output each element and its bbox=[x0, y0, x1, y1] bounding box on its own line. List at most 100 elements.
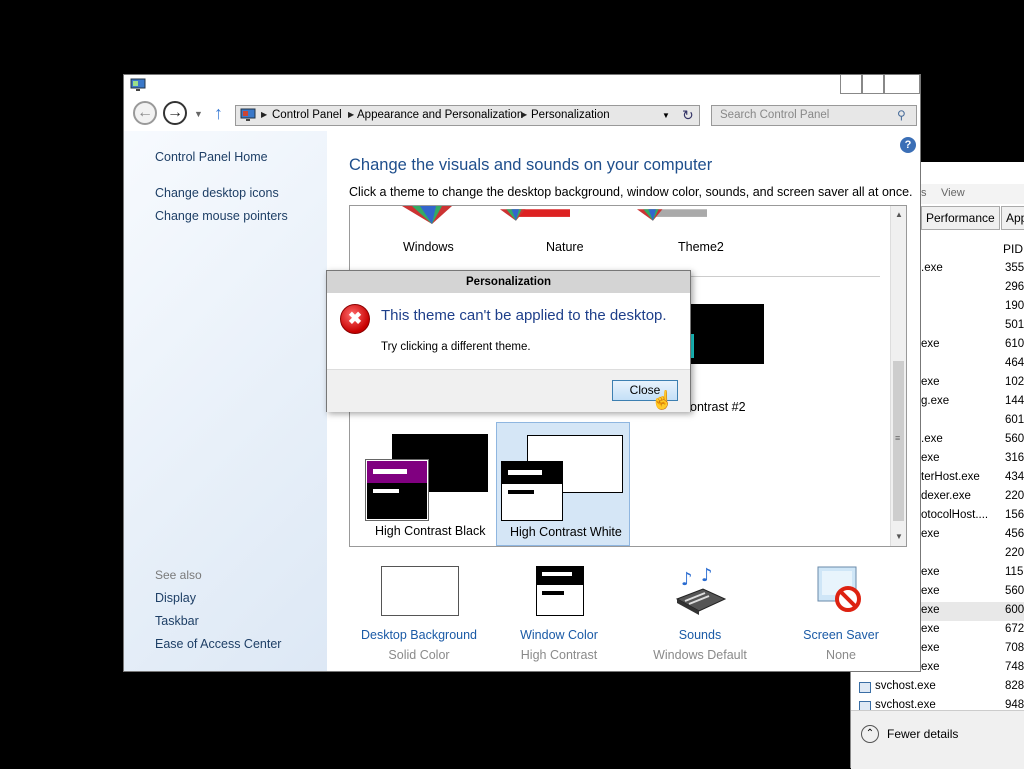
recent-pages-chevron-icon[interactable]: ▼ bbox=[194, 109, 203, 119]
process-name: .exe bbox=[921, 262, 943, 274]
maximize-button[interactable] bbox=[862, 75, 884, 94]
process-pid: 672 bbox=[1005, 623, 1024, 635]
address-dropdown-icon[interactable]: ▼ bbox=[662, 111, 670, 120]
change-mouse-pointers-link[interactable]: Change mouse pointers bbox=[155, 209, 288, 223]
address-bar[interactable]: ▶ Control Panel ▶ Appearance and Persona… bbox=[235, 105, 700, 126]
taskbar-link[interactable]: Taskbar bbox=[155, 614, 199, 628]
svg-text:♪: ♪ bbox=[701, 565, 713, 586]
breadcrumb-chevron-icon[interactable]: ▶ bbox=[261, 110, 267, 119]
hc-black-preview-front bbox=[365, 459, 429, 521]
hc-white-preview-front bbox=[501, 461, 563, 521]
theme-name-windows[interactable]: Windows bbox=[403, 240, 454, 254]
process-name: exe bbox=[921, 623, 940, 635]
process-pid: 3160 bbox=[1005, 452, 1024, 464]
title-bar bbox=[124, 75, 920, 97]
scrollbar-thumb[interactable]: ≡ bbox=[893, 361, 904, 521]
table-row[interactable]: svchost.exe 828 bbox=[851, 678, 1024, 697]
ease-of-access-link[interactable]: Ease of Access Center bbox=[155, 637, 281, 651]
breadcrumb-appearance[interactable]: Appearance and Personalization bbox=[357, 109, 523, 121]
tab-performance[interactable]: Performance bbox=[921, 206, 1000, 230]
breadcrumb-control-panel[interactable]: Control Panel bbox=[272, 109, 342, 121]
process-pid: 560 bbox=[1005, 585, 1024, 597]
process-pid: 748 bbox=[1005, 661, 1024, 673]
theme-gallery-scrollbar[interactable]: ▲ ≡ ▼ bbox=[890, 206, 906, 546]
search-box[interactable]: Search Control Panel ⚲ bbox=[711, 105, 917, 126]
control-panel-icon bbox=[240, 108, 256, 121]
screen-saver-icon bbox=[817, 566, 861, 612]
theme-name-hc2-partial[interactable]: ontrast #2 bbox=[690, 400, 746, 414]
up-arrow-icon[interactable]: ↑ bbox=[214, 103, 223, 124]
screen-saver-item[interactable]: Screen Saver None bbox=[776, 553, 906, 663]
process-pid: 1560 bbox=[1005, 509, 1024, 521]
search-input[interactable]: Search Control Panel bbox=[720, 109, 829, 121]
process-name: exe bbox=[921, 604, 940, 616]
desktop-background-value: Solid Color bbox=[388, 648, 450, 662]
window-color-item[interactable]: Window Color High Contrast bbox=[494, 553, 624, 663]
display-link[interactable]: Display bbox=[155, 591, 196, 605]
process-pid: 708 bbox=[1005, 642, 1024, 654]
process-name: svchost.exe bbox=[875, 699, 936, 710]
nature-theme-thumbnail[interactable] bbox=[500, 206, 570, 224]
fewer-details-label: Fewer details bbox=[887, 727, 959, 741]
high-contrast-2-thumbnail[interactable] bbox=[686, 304, 764, 364]
theme-settings-bar: Desktop Background Solid Color Window Co… bbox=[327, 553, 920, 671]
process-icon bbox=[859, 701, 871, 710]
tm-menu-partial[interactable]: s bbox=[921, 187, 927, 199]
sounds-icon: ♪ ♪ bbox=[675, 565, 727, 615]
forward-arrow-icon[interactable]: → bbox=[163, 101, 187, 125]
process-name: exe bbox=[921, 338, 940, 350]
breadcrumb-chevron-icon[interactable]: ▶ bbox=[521, 110, 527, 119]
breadcrumb-chevron-icon[interactable]: ▶ bbox=[348, 110, 354, 119]
theme-name-theme2[interactable]: Theme2 bbox=[678, 240, 724, 254]
control-panel-home-link[interactable]: Control Panel Home bbox=[155, 150, 268, 164]
desktop-background-preview bbox=[381, 566, 459, 616]
process-pid: 5608 bbox=[1005, 433, 1024, 445]
process-name: dexer.exe bbox=[921, 490, 971, 502]
refresh-icon[interactable]: ↻ bbox=[682, 107, 694, 124]
theme-name-nature[interactable]: Nature bbox=[546, 240, 584, 254]
process-pid: 1904 bbox=[1005, 300, 1024, 312]
tab-app-history[interactable]: App bbox=[1001, 206, 1024, 230]
tm-menu-view[interactable]: View bbox=[941, 187, 965, 199]
process-pid: 828 bbox=[1005, 680, 1024, 692]
scroll-down-icon[interactable]: ▼ bbox=[895, 532, 903, 541]
sounds-item[interactable]: ♪ ♪ Sounds Windows Default bbox=[635, 553, 765, 663]
process-pid: 456 bbox=[1005, 528, 1024, 540]
process-pid: 220 bbox=[1005, 547, 1024, 559]
tm-footer: ⌃ Fewer details bbox=[851, 710, 1024, 769]
hand-cursor-icon: ☝ bbox=[651, 390, 674, 410]
search-icon[interactable]: ⚲ bbox=[897, 108, 906, 122]
process-pid: 4348 bbox=[1005, 471, 1024, 483]
fewer-details-button[interactable]: ⌃ Fewer details bbox=[861, 725, 1024, 745]
screen-saver-link[interactable]: Screen Saver bbox=[776, 628, 906, 642]
help-icon[interactable]: ? bbox=[900, 137, 916, 153]
table-row[interactable]: svchost.exe 948 bbox=[851, 697, 1024, 710]
change-desktop-icons-link[interactable]: Change desktop icons bbox=[155, 186, 279, 200]
error-dialog: Personalization ✖ This theme can't be ap… bbox=[326, 270, 691, 412]
theme2-thumbnail[interactable] bbox=[637, 206, 707, 224]
grip-icon: ≡ bbox=[895, 433, 901, 443]
process-name: exe bbox=[921, 376, 940, 388]
dialog-hint: Try clicking a different theme. bbox=[381, 341, 531, 353]
process-pid: 3556 bbox=[1005, 262, 1024, 274]
process-name: exe bbox=[921, 528, 940, 540]
pid-column-header[interactable]: PID bbox=[1003, 242, 1023, 256]
dialog-footer: Close ☝ bbox=[327, 369, 690, 412]
sounds-value: Windows Default bbox=[653, 648, 747, 662]
desktop-background-link[interactable]: Desktop Background bbox=[354, 628, 484, 642]
close-window-button[interactable] bbox=[884, 75, 920, 94]
window-color-link[interactable]: Window Color bbox=[494, 628, 624, 642]
theme-high-contrast-black[interactable]: High Contrast Black bbox=[362, 422, 496, 546]
breadcrumb-personalization[interactable]: Personalization bbox=[531, 109, 610, 121]
process-name: exe bbox=[921, 566, 940, 578]
see-also-heading: See also bbox=[155, 568, 202, 582]
windows-theme-thumbnail[interactable] bbox=[392, 206, 462, 224]
minimize-button[interactable] bbox=[840, 75, 862, 94]
process-pid: 1156 bbox=[1005, 566, 1024, 578]
process-pid: 6016 bbox=[1005, 414, 1024, 426]
back-arrow-icon[interactable]: ← bbox=[133, 101, 157, 125]
scroll-up-icon[interactable]: ▲ bbox=[895, 210, 903, 219]
desktop-background-item[interactable]: Desktop Background Solid Color bbox=[354, 553, 484, 663]
sounds-link[interactable]: Sounds bbox=[635, 628, 765, 642]
theme-high-contrast-white[interactable]: High Contrast White bbox=[496, 422, 630, 546]
